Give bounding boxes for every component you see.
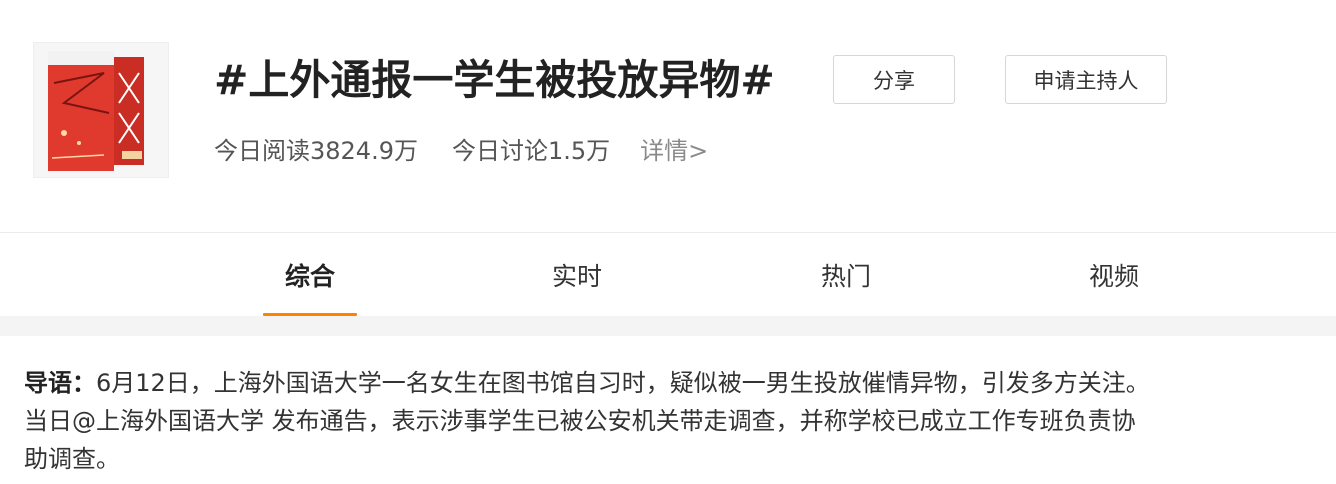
feed-tabs: 综合 实时 热门 视频 — [0, 232, 1336, 316]
topic-title: #上外通报一学生被投放异物# — [214, 56, 775, 104]
details-link[interactable]: 详情> — [640, 131, 708, 166]
lead-text-1: 6月12日，上海外国语大学一名女生在图书馆自习时，疑似被一男生投放催情异物，引发… — [96, 369, 1150, 397]
lead-line-1: 导语：6月12日，上海外国语大学一名女生在图书馆自习时，疑似被一男生投放催情异物… — [24, 364, 1324, 402]
lead-text-2: 发布通告，表示涉事学生已被公安机关带走调查，并称学校已成立工作专班负责协 — [264, 407, 1136, 435]
share-button[interactable]: 分享 — [833, 55, 955, 104]
tab-realtime[interactable]: 实时 — [517, 233, 637, 316]
lead-line-3: 助调查。 — [24, 440, 1324, 478]
today-discuss-count: 今日讨论1.5万 — [451, 136, 611, 165]
apply-host-button[interactable]: 申请主持人 — [1005, 55, 1167, 104]
tab-hot[interactable]: 热门 — [786, 233, 906, 316]
section-divider — [0, 316, 1336, 336]
today-read-count: 今日阅读3824.9万 — [214, 136, 418, 165]
lead-line-2: 当日@上海外国语大学 发布通告，表示涉事学生已被公安机关带走调查，并称学校已成立… — [24, 402, 1324, 440]
topic-header: #上外通报一学生被投放异物# 分享 申请主持人 今日阅读3824.9万 今日讨论… — [0, 0, 1336, 232]
tab-video[interactable]: 视频 — [1054, 233, 1174, 316]
lead-label: 导语： — [24, 369, 96, 397]
tab-comprehensive[interactable]: 综合 — [250, 233, 370, 316]
lead-text-3: 助调查。 — [24, 445, 120, 473]
cover-product-graphic — [34, 43, 168, 177]
topic-lead: 导语：6月12日，上海外国语大学一名女生在图书馆自习时，疑似被一男生投放催情异物… — [24, 364, 1324, 478]
topic-stats: 今日阅读3824.9万 今日讨论1.5万 详情> — [214, 131, 708, 165]
topic-cover-image[interactable] — [33, 42, 169, 178]
user-mention-link[interactable]: 当日@上海外国语大学 — [24, 407, 264, 435]
